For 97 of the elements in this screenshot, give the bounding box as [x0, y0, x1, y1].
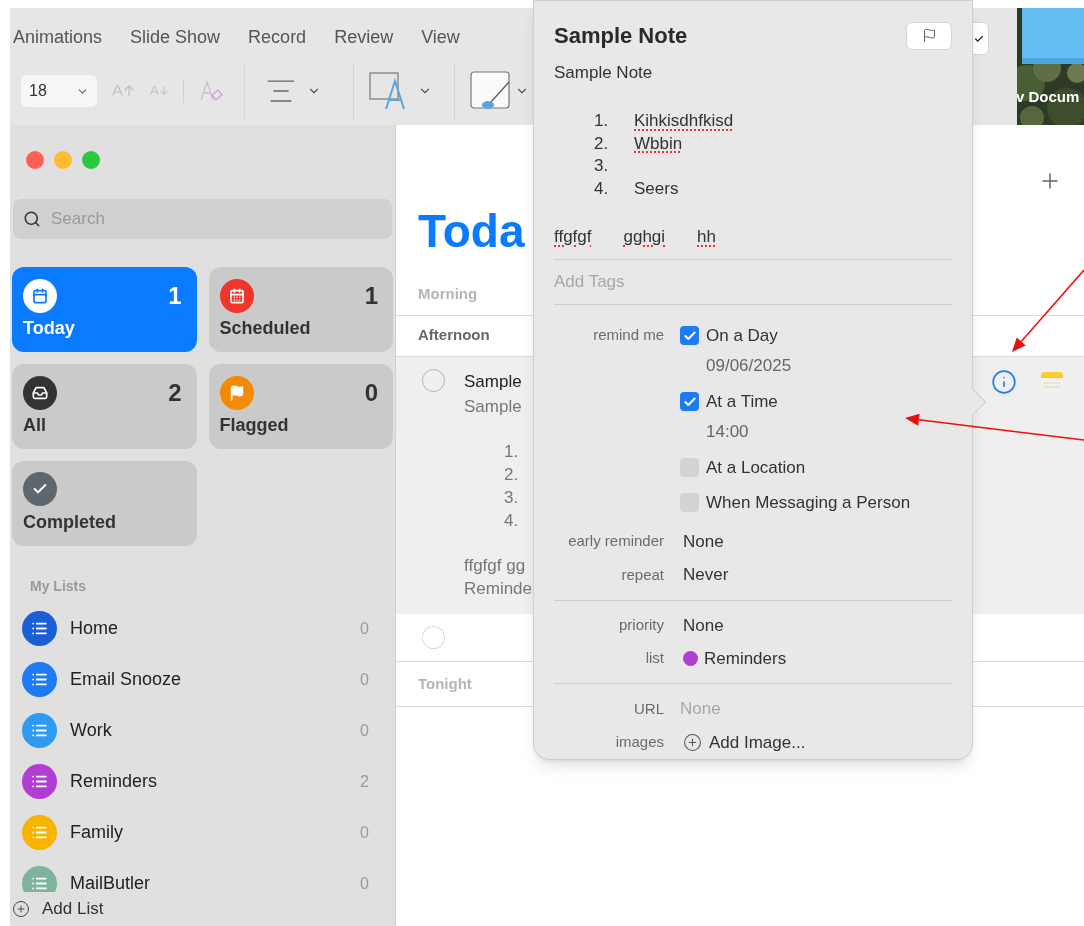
list-text: Wbbin — [634, 132, 683, 155]
zoom-window-button[interactable] — [82, 151, 100, 169]
field-label: early reminder — [567, 531, 664, 552]
smart-list-label: All — [23, 414, 47, 437]
note-word: hh — [697, 226, 717, 249]
reminder-title: Sample Note — [554, 22, 688, 50]
reminder-notes: Sample — [464, 396, 523, 418]
flag-icon — [921, 28, 937, 43]
add-image-button[interactable]: Add Image... — [683, 729, 806, 756]
list-row[interactable]: Work 0 — [10, 705, 395, 756]
count: 0 — [360, 618, 369, 639]
field-value[interactable]: None — [683, 612, 724, 638]
ribbon-tab[interactable]: Animations — [13, 23, 103, 51]
list-text: Seers — [634, 178, 679, 201]
section-heading: Morning — [418, 283, 478, 304]
list-number: 3. — [504, 487, 520, 509]
list-name: Reminders — [70, 770, 159, 793]
count: 0 — [360, 720, 369, 741]
font-size-dropdown[interactable]: 18 — [21, 75, 97, 107]
list-number: 2. — [504, 464, 520, 486]
count: 2 — [360, 771, 369, 792]
note-word: gghgi — [623, 226, 666, 249]
smart-list-card[interactable]: 1 Scheduled — [208, 267, 393, 352]
reminder-list-name: Reminde — [464, 578, 534, 600]
page-title: Toda — [418, 204, 525, 259]
minimize-window-button[interactable] — [54, 151, 72, 169]
smart-list-card[interactable]: 2 All — [12, 364, 197, 449]
smart-list-card[interactable]: 1 Today — [12, 267, 197, 352]
list-name: Family — [70, 821, 124, 844]
field-label: remind me — [592, 324, 664, 345]
option-label: At a Location — [706, 456, 806, 479]
option-label: At a Time — [706, 390, 778, 413]
count: 1 — [168, 281, 183, 311]
section-heading: Tonight — [418, 673, 472, 694]
option-label: When Messaging a Person — [706, 491, 911, 514]
option-value[interactable]: 14:00 — [706, 419, 911, 445]
field-value[interactable]: Never — [683, 562, 729, 588]
paintbrush-icon[interactable] — [469, 70, 513, 112]
count: 0 — [360, 873, 369, 892]
list-row[interactable]: Family 0 — [10, 807, 395, 858]
field-label: repeat — [620, 564, 664, 585]
list-number: 1. — [594, 110, 610, 133]
list-name: Work — [70, 719, 113, 742]
list-name: Home — [70, 617, 119, 640]
ribbon-tab[interactable]: Slide Show — [130, 23, 221, 51]
section-heading: My Lists — [30, 577, 87, 596]
add-icon — [683, 732, 702, 752]
field-label: URL — [633, 698, 664, 719]
list-number: 3. — [594, 155, 610, 178]
checkmark-icon — [682, 328, 697, 343]
list-number: 4. — [504, 510, 520, 532]
list-name: Email Snooze — [70, 668, 183, 691]
checkbox[interactable] — [680, 392, 699, 412]
checkbox[interactable] — [680, 326, 699, 346]
list-row[interactable]: Email Snooze 0 — [10, 654, 395, 705]
list-number: 2. — [594, 132, 610, 155]
ribbon-tab[interactable]: Record — [248, 23, 307, 51]
count: 2 — [168, 378, 183, 408]
field-label: list — [644, 648, 664, 669]
section-heading: Afternoon — [418, 324, 490, 345]
url-field[interactable]: None — [680, 696, 880, 722]
list-name: MailButler — [70, 872, 152, 892]
smart-list-label: Flagged — [219, 414, 290, 437]
count: 0 — [360, 822, 369, 843]
reminder-notes: Sample Note — [554, 62, 654, 84]
count: 1 — [364, 281, 379, 311]
smart-list-label: Completed — [23, 511, 117, 534]
info-icon[interactable] — [991, 369, 1017, 395]
close-window-button[interactable] — [26, 151, 44, 169]
option-label: On a Day — [706, 324, 778, 347]
field-value[interactable]: None — [683, 528, 724, 555]
smart-list-label: Scheduled — [219, 317, 312, 340]
add-icon — [12, 900, 30, 918]
count: 0 — [360, 669, 369, 690]
smart-list-card[interactable]: Completed — [12, 461, 197, 546]
smart-list-card[interactable]: 0 Flagged — [208, 364, 393, 449]
list-number: 4. — [594, 178, 610, 201]
reminder-text: ffgfgf gg — [464, 555, 527, 577]
list-row[interactable]: Reminders 2 — [10, 756, 395, 807]
reminder-title: Sample — [464, 371, 523, 393]
flag-button[interactable] — [906, 21, 952, 50]
field-label: priority — [618, 615, 664, 635]
search-icon — [23, 210, 41, 228]
field-label: images — [614, 732, 664, 753]
smart-list-label: Today — [23, 317, 76, 340]
ribbon-tab[interactable]: View — [421, 23, 460, 51]
note-word: ffgfgf — [554, 226, 592, 249]
list-row[interactable]: Home 0 — [10, 603, 395, 654]
option-value[interactable]: 09/06/2025 — [706, 353, 911, 379]
checkmark-icon — [974, 33, 984, 44]
tags-field[interactable]: Add Tags — [554, 259, 952, 305]
list-text: Kihkisdhfkisd — [634, 110, 734, 133]
field-value[interactable]: Reminders — [704, 645, 787, 672]
ribbon-tab[interactable]: Review — [334, 23, 394, 51]
checkmark-icon — [682, 394, 697, 409]
count: 0 — [364, 378, 379, 408]
list-number: 1. — [504, 441, 520, 463]
